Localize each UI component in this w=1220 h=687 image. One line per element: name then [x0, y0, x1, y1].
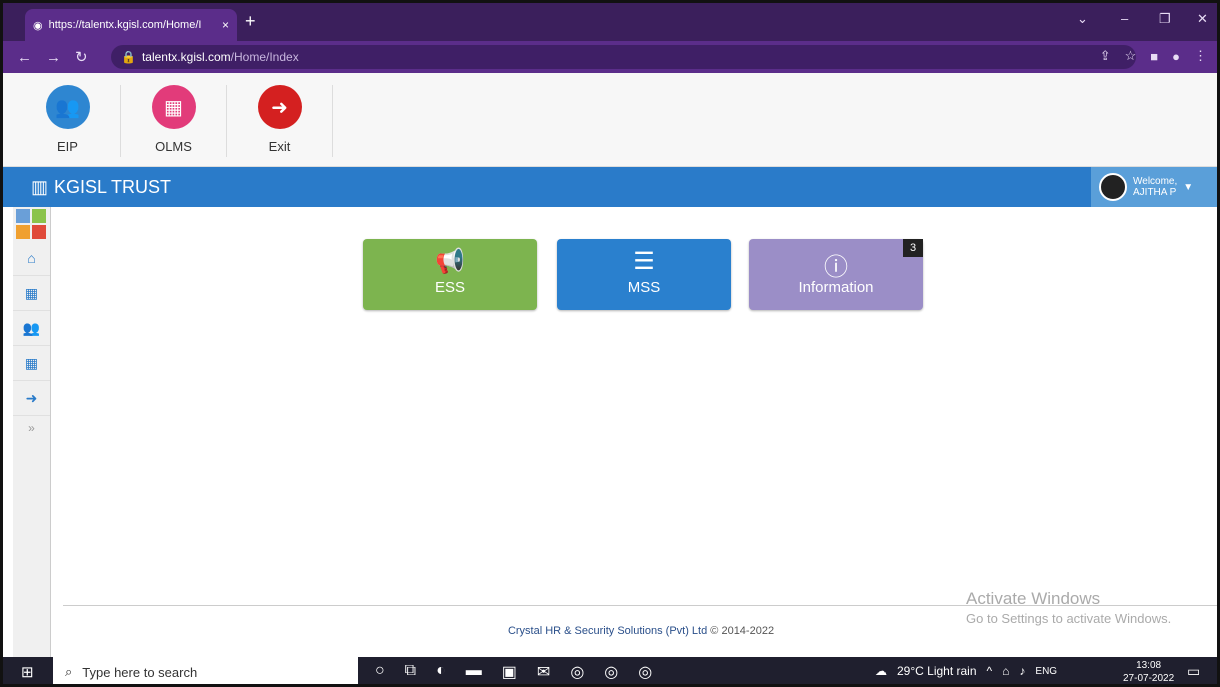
- chevron-up-icon[interactable]: ^: [987, 664, 993, 678]
- network-icon[interactable]: ⌂: [1002, 664, 1009, 678]
- notification-icon[interactable]: ▭: [1187, 663, 1200, 680]
- star-icon[interactable]: ☆: [1125, 48, 1137, 64]
- mss-card[interactable]: ☰ MSS: [557, 239, 731, 310]
- left-sidebar: ⌂ ▦ 👥 ▦ ➜ »: [13, 207, 51, 657]
- language-indicator[interactable]: ENG: [1035, 666, 1057, 677]
- olms-label: OLMS: [155, 139, 192, 154]
- server-icon: ☰: [633, 248, 655, 275]
- taskbar-search[interactable]: ⌕ Type here to search: [53, 657, 358, 684]
- weather-icon[interactable]: ☁: [875, 664, 887, 678]
- main-content: 📢 ESS ☰ MSS 3 ⓘ Information Activate Win…: [51, 207, 1217, 657]
- forward-icon[interactable]: →: [46, 49, 61, 66]
- building-icon: ▥: [31, 177, 49, 197]
- app-launcher-bar: 👥 EIP ▦ OLMS ➜ Exit: [3, 73, 1217, 167]
- calendar-icon: ▦: [24, 354, 39, 371]
- mail-icon[interactable]: ✉: [537, 662, 550, 682]
- watermark-title: Activate Windows: [966, 589, 1101, 608]
- lock-icon: 🔒: [121, 50, 136, 64]
- search-icon: ⌕: [65, 664, 73, 679]
- sidebar-collapse-icon[interactable]: »: [13, 416, 50, 440]
- windows-start-icon[interactable]: ⊞: [21, 663, 34, 681]
- weather-text[interactable]: 29°C Light rain: [897, 664, 977, 678]
- copyright-text: © 2014-2022: [710, 625, 775, 637]
- org-title: ▥ KGISL TRUST: [31, 177, 171, 198]
- exit-button[interactable]: ➜ Exit: [227, 85, 333, 157]
- tab-close-icon[interactable]: ×: [222, 18, 229, 32]
- home-icon: ⌂: [27, 250, 36, 266]
- sidebar-item-users[interactable]: 👥: [13, 311, 50, 346]
- chrome-icon-2[interactable]: ◎: [604, 662, 618, 682]
- sign-out-icon: ➜: [257, 85, 302, 129]
- app-header: ▥ KGISL TRUST Welcome, AJITHA P ▼: [3, 167, 1217, 207]
- company-link[interactable]: Crystal HR & Security Solutions (Pvt) Lt…: [508, 625, 707, 637]
- users-icon: 👥: [45, 85, 90, 129]
- restore-button[interactable]: ❐: [1159, 11, 1171, 27]
- avatar: [1099, 173, 1127, 201]
- calendar-icon: ▦: [24, 284, 39, 301]
- windows-taskbar: ⊞ ⌕ Type here to search ○ ⧉ ◐ ▬ ▣ ✉ ◎ ◎ …: [3, 657, 1217, 684]
- ess-label: ESS: [434, 279, 465, 296]
- ess-card[interactable]: 📢 ESS: [363, 239, 537, 310]
- exit-label: Exit: [268, 139, 291, 154]
- clock[interactable]: 13:08 27-07-2022: [1123, 659, 1175, 684]
- sidebar-item-calendar-2[interactable]: ▦: [13, 346, 50, 381]
- mss-label: MSS: [627, 279, 661, 296]
- eip-button[interactable]: 👥 EIP: [15, 85, 121, 157]
- task-view-icon[interactable]: ⧉: [405, 662, 416, 682]
- globe-icon: ◉: [33, 19, 43, 32]
- url-path: /Home/Index: [230, 50, 299, 64]
- url-host: talentx.kgisl.com: [141, 50, 231, 64]
- user-name: AJITHA P: [1133, 187, 1177, 198]
- store-icon[interactable]: ▣: [502, 662, 517, 682]
- cortana-icon[interactable]: ○: [375, 662, 385, 682]
- information-card[interactable]: 3 ⓘ Information: [749, 239, 923, 310]
- sidebar-item-exit[interactable]: ➜: [13, 381, 50, 416]
- app-tiles-icon[interactable]: [16, 209, 46, 239]
- menu-kebab-icon[interactable]: ⋮: [1194, 48, 1207, 64]
- eip-label: EIP: [57, 139, 78, 154]
- close-window-button[interactable]: ✕: [1197, 11, 1208, 27]
- screen: ◉ https://talentx.kgisl.com/Home/I × + ⌄…: [0, 0, 1220, 687]
- profile-icon[interactable]: ●: [1172, 49, 1180, 64]
- edge-icon[interactable]: ◐: [436, 662, 446, 682]
- olms-button[interactable]: ▦ OLMS: [121, 85, 227, 157]
- users-icon: 👥: [22, 319, 41, 336]
- sidebar-item-calendar[interactable]: ▦: [13, 276, 50, 311]
- activate-windows-watermark: Activate Windows Go to Settings to activ…: [966, 589, 1171, 626]
- watermark-subtitle: Go to Settings to activate Windows.: [966, 611, 1172, 626]
- user-menu[interactable]: Welcome, AJITHA P ▼: [1091, 167, 1217, 207]
- calendar-icon: ▦: [151, 85, 196, 129]
- footer-divider: [63, 605, 1217, 606]
- share-icon[interactable]: ⇪: [1100, 48, 1111, 64]
- sidebar-toggle-icon[interactable]: ■: [1150, 49, 1158, 64]
- tab-title: https://talentx.kgisl.com/Home/I: [48, 19, 202, 31]
- chrome-icon[interactable]: ◎: [570, 662, 584, 682]
- megaphone-icon: 📢: [435, 248, 465, 275]
- volume-icon[interactable]: ♪: [1019, 664, 1025, 678]
- browser-toolbar: ← → ↻ 🔒 talentx.kgisl.com/Home/Index ⇪ ☆…: [3, 41, 1217, 73]
- browser-tab-bar: ◉ https://talentx.kgisl.com/Home/I × + ⌄…: [3, 3, 1217, 41]
- sidebar-item-home[interactable]: ⌂: [13, 241, 50, 276]
- chrome-icon-3[interactable]: ◎: [638, 662, 652, 682]
- browser-tab[interactable]: ◉ https://talentx.kgisl.com/Home/I ×: [25, 9, 237, 41]
- org-name: KGISL TRUST: [54, 177, 172, 197]
- information-label: Information: [798, 279, 874, 296]
- minimize-button[interactable]: –: [1121, 11, 1128, 26]
- sign-out-icon: ➜: [25, 389, 38, 406]
- info-icon: ⓘ: [824, 254, 848, 281]
- caret-down-icon: ▼: [1183, 181, 1194, 193]
- address-bar[interactable]: 🔒 talentx.kgisl.com/Home/Index: [111, 45, 1136, 69]
- date-text: 27-07-2022: [1123, 673, 1175, 684]
- file-explorer-icon[interactable]: ▬: [466, 662, 482, 682]
- footer: Crystal HR & Security Solutions (Pvt) Lt…: [51, 625, 1217, 637]
- new-tab-button[interactable]: +: [245, 11, 256, 32]
- back-icon[interactable]: ←: [17, 49, 32, 66]
- welcome-text: Welcome,: [1133, 176, 1178, 187]
- tab-search-icon[interactable]: ⌄: [1077, 11, 1088, 27]
- reload-icon[interactable]: ↻: [75, 48, 88, 66]
- time-text: 13:08: [1136, 660, 1162, 671]
- notification-badge: 3: [903, 239, 923, 257]
- search-placeholder: Type here to search: [82, 664, 198, 680]
